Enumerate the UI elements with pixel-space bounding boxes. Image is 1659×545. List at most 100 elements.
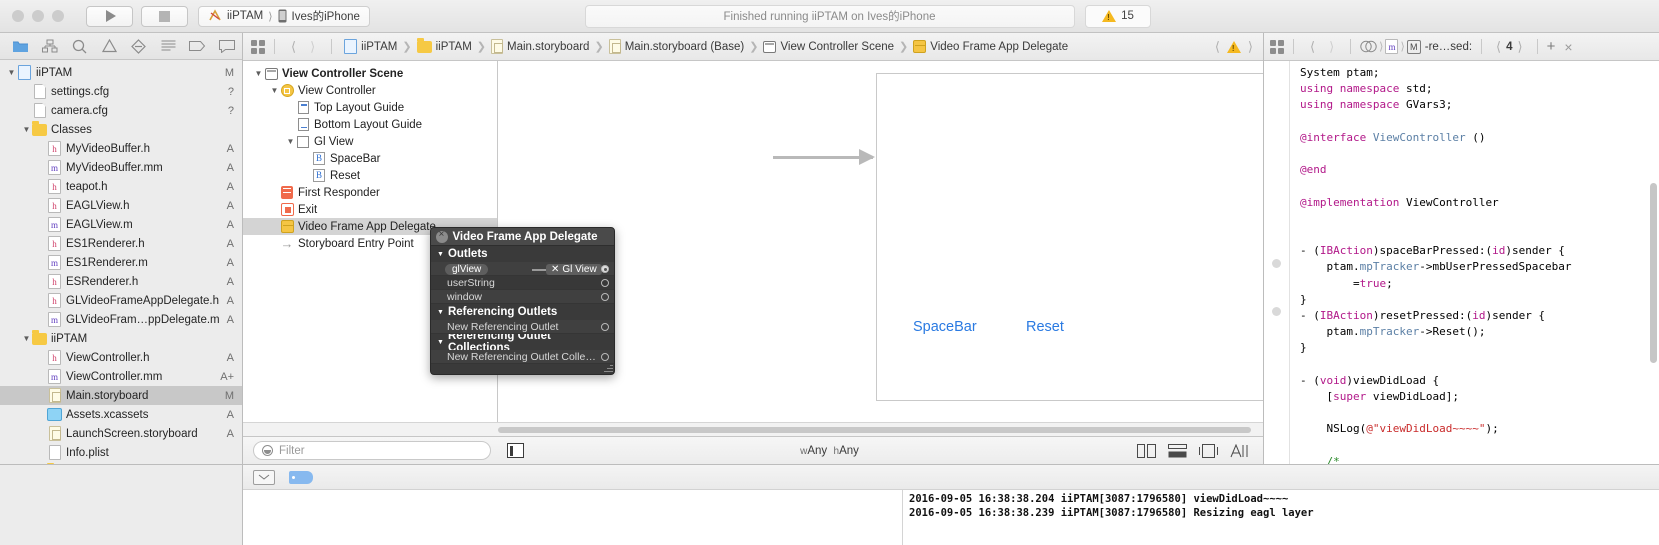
file-row[interactable]: h EAGLView.h A [0,196,242,215]
size-class-label[interactable]: wAny hAny [800,445,859,457]
file-row[interactable]: h teapot.h A [0,177,242,196]
resolve-auto-layout-icon[interactable] [1230,443,1249,458]
file-row[interactable]: m MyVideoBuffer.mm A [0,158,242,177]
source-code[interactable]: System ptam; using namespace std; using na… [1290,61,1659,464]
file-row[interactable]: h GLVideoFrameAppDelegate.h A [0,291,242,310]
zoom-window-button[interactable] [52,10,64,22]
breadcrumb-item[interactable]: Main.storyboard [488,39,592,54]
file-row[interactable]: m EAGLView.m A [0,215,242,234]
resize-handle[interactable] [603,363,613,373]
file-row[interactable]: Info.plist [0,443,242,462]
outline-row[interactable]: Top Layout Guide [243,99,497,116]
connection-row[interactable]: New Referencing Outlet Colle… [431,350,614,364]
editor-gutter[interactable] [1264,61,1290,464]
popover-section-header[interactable]: ▼ Referencing Outlets [431,304,614,320]
connection-well[interactable] [601,323,609,331]
method-badge-icon[interactable]: M [1406,39,1421,54]
warning-icon[interactable] [1226,40,1241,53]
breadcrumb-item[interactable]: iiPTAM [341,39,400,54]
close-icon[interactable] [436,229,448,243]
disclosure-triangle[interactable]: ▼ [6,68,17,77]
assistant-path-label[interactable]: -re…sed: [1425,41,1472,53]
file-row[interactable]: Main.storyboard M [0,386,242,405]
connection-well[interactable] [601,293,609,301]
add-assistant-editor-button[interactable]: + [1547,38,1556,55]
tab-debug-navigator[interactable] [183,33,213,59]
outline-filter-field[interactable]: Filter [253,441,491,460]
file-row[interactable]: m ViewController.mm A+ [0,367,242,386]
previous-issue-button[interactable]: ⟨ [1215,39,1220,55]
disconnect-icon[interactable]: ✕ [551,264,559,275]
file-row[interactable]: LaunchScreen.storyboard A [0,424,242,443]
tab-test-navigator[interactable] [124,33,154,59]
connections-popover[interactable]: Video Frame App Delegate ▼OutletsglView✕… [430,227,615,375]
outlet-name-pill[interactable]: glView [445,263,489,275]
list-item[interactable] [0,465,242,484]
disclosure-triangle[interactable]: ▼ [437,251,444,258]
breadcrumb-item[interactable]: Video Frame App Delegate [910,40,1071,53]
scheme-selector[interactable]: iiPTAM ⟩ Ives的iPhone [198,5,370,27]
connection-row[interactable]: New Referencing Outlet [431,320,614,334]
file-row[interactable]: h MyVideoBuffer.h A [0,139,242,158]
outline-row[interactable]: ▼ View Controller Scene [243,65,497,82]
disclosure-triangle[interactable]: ▼ [21,125,32,134]
outline-row[interactable]: First Responder [243,184,497,201]
assistant-back-button[interactable]: ⟨ [1303,39,1322,55]
file-row[interactable]: h ViewController.h A [0,348,242,367]
back-button[interactable]: ⟨ [284,39,303,55]
assistant-forward-button[interactable]: ⟩ [1322,39,1341,55]
disclosure-triangle[interactable]: ▼ [21,334,32,343]
popover-section-header[interactable]: ▼ Referencing Outlet Collections [431,330,614,354]
connection-row[interactable]: userString [431,276,614,290]
file-row[interactable]: settings.cfg? [0,82,242,101]
file-row[interactable]: ▼ iiPTAM [0,329,242,348]
connection-row[interactable]: glView ✕ Gl View [431,262,614,276]
close-assistant-editor-button[interactable]: × [1564,39,1572,55]
file-row[interactable]: h ESRenderer.h A [0,272,242,291]
related-items-icon[interactable] [251,39,265,54]
connection-row[interactable]: window [431,290,614,304]
breakpoint-marker[interactable] [1272,259,1281,268]
breadcrumb-item[interactable]: View Controller Scene [760,40,897,53]
impl-icon[interactable]: m [1385,39,1399,54]
minimize-window-button[interactable] [32,10,44,22]
canvas-reset-button[interactable]: Reset [1026,319,1064,335]
connection-well[interactable] [601,279,609,287]
file-row[interactable]: h ES1Renderer.h A [0,234,242,253]
tab-find-navigator[interactable] [65,33,95,59]
outline-row[interactable]: B SpaceBar [243,150,497,167]
file-row[interactable]: m GLVideoFram…ppDelegate.m A [0,310,242,329]
breadcrumb-item[interactable]: iiPTAM [414,37,475,53]
file-row[interactable]: ▼ iiPTAM M [0,63,242,82]
outline-row[interactable]: B Reset [243,167,497,184]
file-row[interactable]: camera.cfg? [0,101,242,120]
automatic-assistant-icon[interactable] [1360,40,1377,53]
forward-button[interactable]: ⟩ [303,39,322,55]
canvas-spacebar-button[interactable]: SpaceBar [913,319,977,335]
embed-in-icon[interactable] [1168,443,1187,458]
outline-row[interactable]: ▼ View Controller [243,82,497,99]
step-over-icon[interactable] [289,470,313,484]
breadcrumb-item[interactable]: Main.storyboard (Base) [606,39,748,54]
assistant-next-count-button[interactable]: ⟩ [1513,39,1528,55]
console-output[interactable]: 2016-09-05 16:38:38.204 iiPTAM[3087:1796… [903,490,1659,545]
assistant-source-editor[interactable]: System ptam; using namespace std; using na… [1264,61,1659,464]
file-row[interactable]: ▼ Classes [0,120,242,139]
tab-report-navigator[interactable] [154,33,184,59]
disclosure-triangle[interactable]: ▼ [285,137,296,146]
view-controller-canvas[interactable]: SpaceBar Reset [876,73,1263,401]
update-frames-icon[interactable] [1137,443,1156,458]
disclosure-triangle[interactable]: ▼ [253,69,264,78]
project-file-list[interactable]: ▼ iiPTAM Msettings.cfg? camera.cfg? ▼ Classes… [0,60,242,464]
file-row[interactable]: Assets.xcassets A [0,405,242,424]
tab-issue-navigator[interactable] [95,33,125,59]
connection-well[interactable] [601,265,609,273]
tab-comment-navigator[interactable] [213,33,243,59]
tab-project-navigator[interactable] [6,33,36,59]
issues-badge[interactable]: 15 [1085,4,1151,28]
debug-view-selector[interactable] [253,469,275,485]
connected-object-pill[interactable]: ✕ Gl View [546,263,602,275]
outline-row[interactable]: Exit [243,201,497,218]
disclosure-triangle[interactable]: ▼ [437,309,444,316]
variables-view[interactable] [243,490,903,545]
